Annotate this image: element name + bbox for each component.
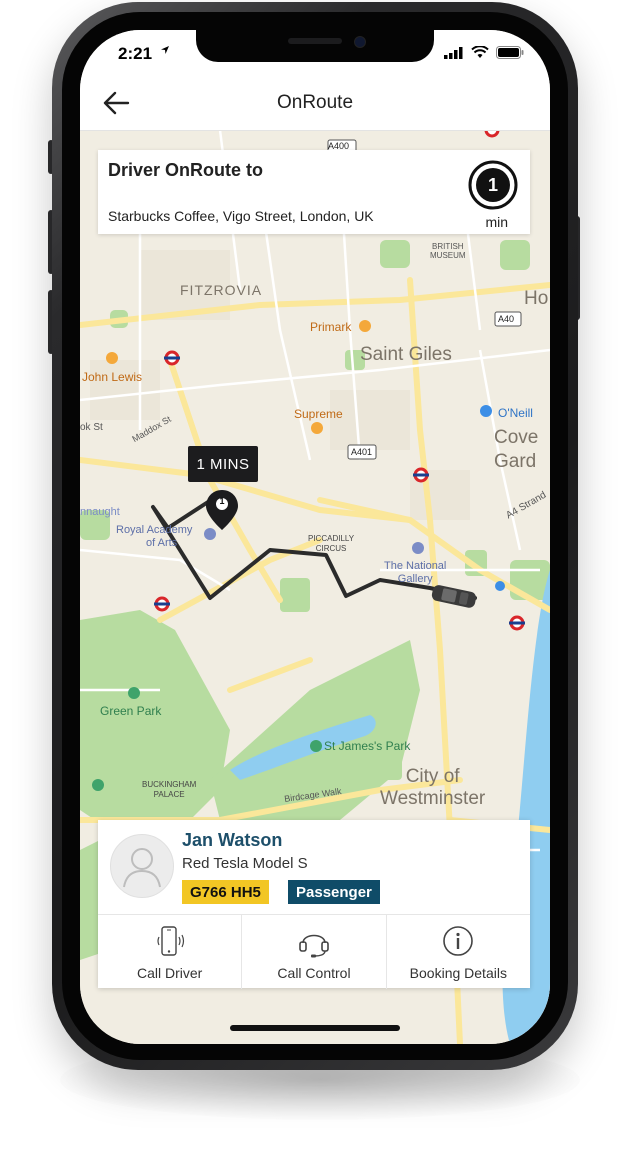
booking-details-label: Booking Details	[409, 965, 507, 981]
wifi-icon	[471, 46, 489, 58]
destination-pin-number: 1	[219, 496, 225, 506]
call-driver-button[interactable]: Call Driver	[98, 915, 243, 989]
headset-icon	[299, 934, 329, 958]
battery-icon	[496, 46, 524, 59]
eta-ring: 1	[468, 160, 518, 210]
driver-car: Red Tesla Model S	[182, 855, 308, 872]
booking-details-button[interactable]: Booking Details	[387, 915, 530, 989]
destination-heading: Driver OnRoute to	[108, 160, 264, 180]
status-time: 2:21	[118, 44, 153, 63]
destination-address: Starbucks Coffee, Vigo Street, London, U…	[108, 208, 374, 224]
action-bar: Call Driver Call Control Booking Details	[98, 914, 530, 989]
license-plate-badge: G766 HH5	[182, 880, 269, 904]
page-title: OnRoute	[276, 92, 354, 113]
eta-value: 1	[487, 175, 498, 195]
user-silhouette-icon	[123, 848, 161, 888]
nav-bar: OnRoute	[80, 76, 550, 131]
destination-card: Driver OnRoute to Starbucks Coffee, Vigo…	[98, 150, 530, 234]
home-indicator[interactable]	[230, 1025, 400, 1031]
signal-icon	[444, 46, 463, 59]
notch	[196, 30, 434, 62]
location-arrow-icon	[161, 46, 169, 54]
driver-card: Jan Watson Red Tesla Model S G766 HH5 Pa…	[98, 820, 530, 989]
phone-ringing-icon	[157, 926, 184, 956]
front-camera	[354, 36, 366, 48]
eta-tag: 1 MINS	[188, 446, 258, 482]
call-driver-label: Call Driver	[136, 965, 203, 981]
info-icon	[443, 926, 474, 956]
call-control-label: Call Control	[277, 965, 351, 981]
driver-name: Jan Watson	[182, 830, 283, 850]
call-control-button[interactable]: Call Control	[242, 915, 387, 989]
avatar	[110, 834, 174, 898]
eta-unit: min	[485, 214, 508, 230]
app-screen: FITZROVIA A400 FITZROVIA BRITISHMUSEUM H…	[80, 30, 550, 1044]
role-badge: Passenger	[288, 880, 380, 904]
speaker-grille	[288, 38, 342, 44]
